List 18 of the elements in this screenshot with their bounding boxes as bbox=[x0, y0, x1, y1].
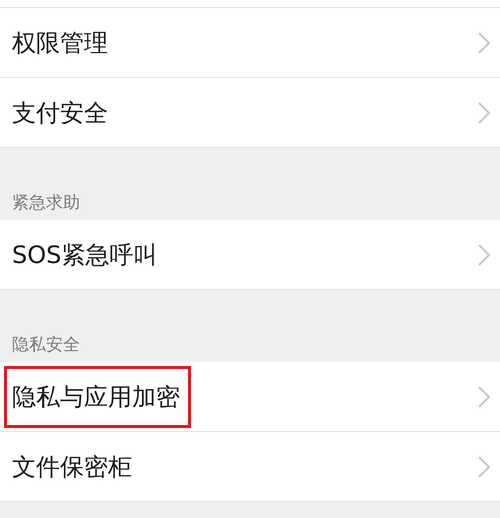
settings-row[interactable]: 支付安全 bbox=[0, 78, 500, 148]
section-header: 隐私安全 bbox=[12, 334, 80, 356]
row-label: 文件保密柜 bbox=[11, 452, 133, 482]
chevron-icon bbox=[478, 456, 490, 478]
settings-row[interactable]: 文件保密柜 bbox=[0, 432, 500, 502]
settings-row[interactable]: 权限管理 bbox=[0, 8, 500, 78]
chevron-icon bbox=[478, 386, 490, 408]
row-label: 权限管理 bbox=[11, 28, 109, 58]
settings-row[interactable] bbox=[0, 0, 500, 8]
section-header: 紧急求助 bbox=[12, 192, 80, 214]
settings-row[interactable]: SOS紧急呼叫 bbox=[0, 220, 500, 290]
row-label: 支付安全 bbox=[11, 98, 109, 128]
chevron-icon bbox=[478, 32, 490, 54]
chevron-icon bbox=[478, 102, 490, 124]
row-label: SOS紧急呼叫 bbox=[11, 240, 158, 270]
row-label: 隐私与应用加密 bbox=[4, 366, 191, 428]
chevron-icon bbox=[478, 244, 490, 266]
settings-row[interactable]: 隐私与应用加密 bbox=[0, 362, 500, 432]
